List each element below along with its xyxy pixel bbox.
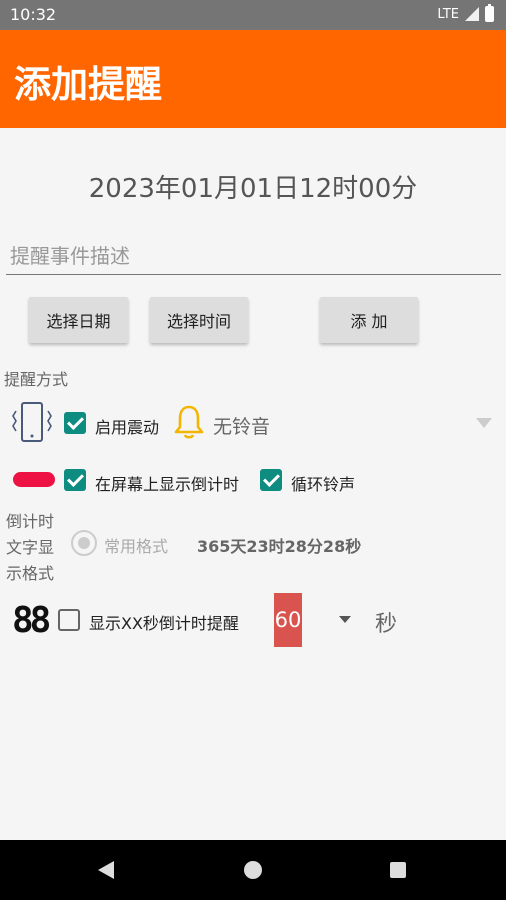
event-description-input[interactable] [6,240,506,272]
ringtone-label[interactable]: 无铃音 [213,412,270,439]
event-description-field [6,240,506,275]
countdown-screen-checkbox[interactable] [64,469,86,491]
reminder-method-heading: 提醒方式 [4,370,69,389]
common-format-radio[interactable] [71,530,97,556]
loop-ring-label: 循环铃声 [291,475,356,494]
navigation-bar [0,840,506,900]
status-bar: 10:32 LTE [0,0,506,30]
countdown-screen-label: 在屏幕上显示倒计时 [95,475,240,494]
seconds-dropdown-icon[interactable] [338,615,352,625]
status-icons: LTE [437,4,494,22]
countdown-format-label-2: 文字显 [6,538,55,557]
network-label: LTE [437,6,459,22]
home-icon[interactable] [243,860,263,880]
signal-icon [465,7,479,21]
bell-icon[interactable] [174,404,204,440]
seven-segment-icon: 88 [12,600,51,641]
status-time: 10:32 [10,5,57,24]
battery-icon [485,4,494,22]
select-date-button[interactable]: 选择日期 [29,297,128,343]
countdown-format-label-1: 倒计时 [6,512,55,531]
common-format-label: 常用格式 [104,537,169,556]
countdown-pill-icon [13,472,55,487]
vibrate-checkbox[interactable] [64,412,86,434]
seconds-select[interactable]: 60 [274,593,302,647]
seconds-unit: 秒 [375,612,398,637]
countdown-example: 365天23时28分28秒 [197,537,362,556]
page-title: 添加提醒 [14,63,162,106]
loop-ring-checkbox[interactable] [260,469,282,491]
recents-icon[interactable] [389,861,407,879]
selected-datetime: 2023年01月01日12时00分 [88,174,418,204]
back-icon[interactable] [96,860,116,880]
vibrate-label: 启用震动 [95,418,160,437]
seconds-value: 60 [274,608,302,632]
add-button[interactable]: 添 加 [320,297,418,343]
app-bar: 添加提醒 [0,30,506,128]
select-time-button[interactable]: 选择时间 [150,297,248,343]
vibrate-phone-icon [12,402,52,442]
countdown-format-label-3: 示格式 [6,564,55,583]
ringtone-dropdown-icon[interactable] [474,416,494,430]
xx-reminder-checkbox[interactable] [58,609,80,631]
xx-reminder-label: 显示XX秒倒计时提醒 [89,614,239,633]
